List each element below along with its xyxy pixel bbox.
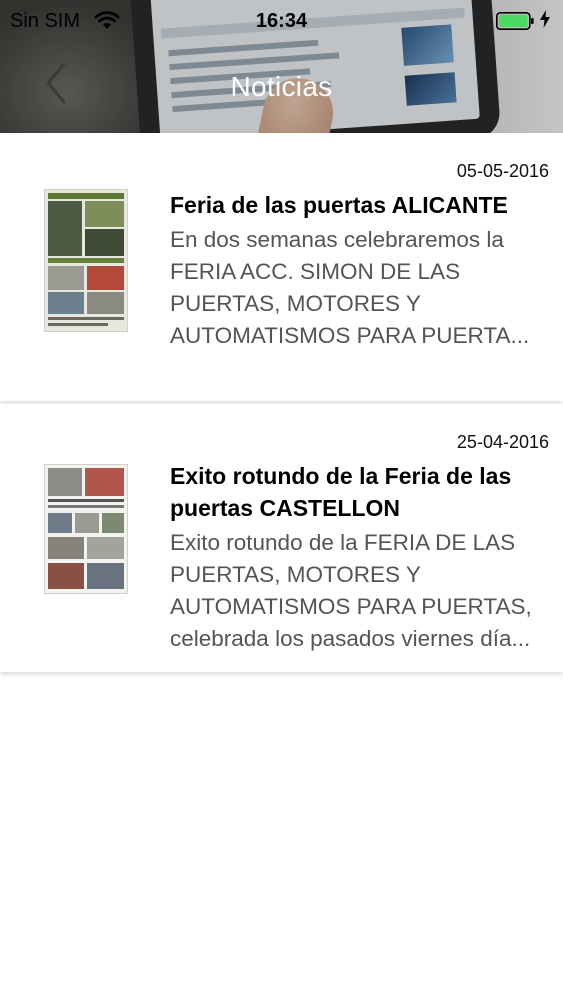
news-item[interactable]: 25-04-2016 Exito rotundo de la Feria de …: [0, 404, 563, 672]
news-date: 05-05-2016: [456, 161, 549, 181]
news-title: Feria de las puertas ALICANTE: [170, 192, 508, 218]
news-thumbnail: [44, 464, 128, 594]
screen: Sin SIM 16:34 Noticias 05-05-2016 Feria …: [0, 0, 563, 1000]
news-description: En dos semanas celebraremos la FERIA ACC…: [170, 227, 530, 348]
page-title: Noticias: [230, 71, 333, 102]
battery-icon: [496, 12, 534, 30]
news-list: 05-05-2016 Feria de las puertas ALICANTE…: [0, 133, 563, 672]
news-description: Exito rotundo de la FERIA DE LAS PUERTAS…: [170, 530, 532, 651]
news-thumbnail: [44, 189, 128, 332]
news-date: 25-04-2016: [456, 432, 549, 452]
news-item[interactable]: 05-05-2016 Feria de las puertas ALICANTE…: [0, 133, 563, 401]
clock-label: 16:34: [255, 10, 308, 32]
status-bar: Sin SIM 16:34: [0, 0, 563, 40]
charging-bolt-icon: [540, 10, 550, 33]
news-title: Exito rotundo de la Feria de las puertas…: [170, 463, 512, 521]
